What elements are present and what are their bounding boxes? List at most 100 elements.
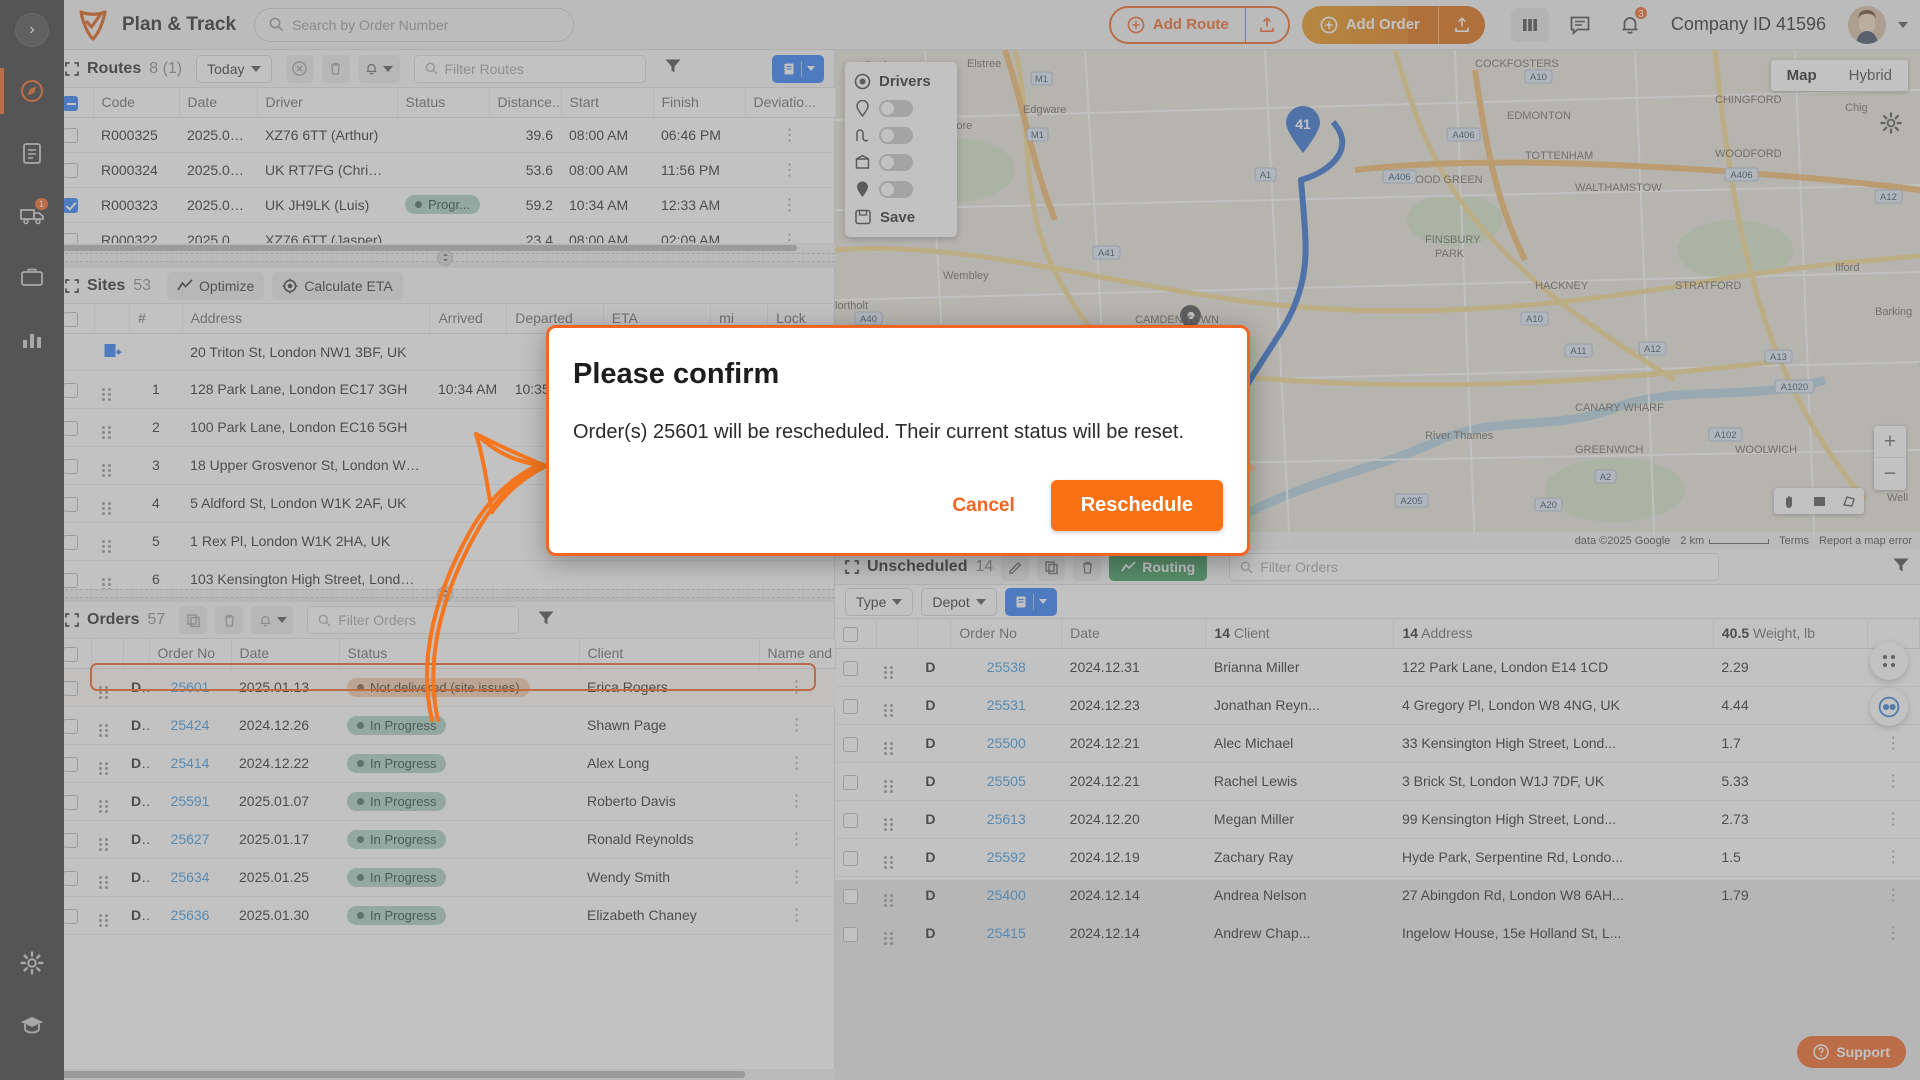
unscheduled-drag-cell[interactable] xyxy=(876,876,918,915)
account-chevron-down-icon[interactable] xyxy=(1898,21,1908,28)
site-drag-cell[interactable] xyxy=(94,408,130,447)
unscheduled-number-cell[interactable]: 25500 xyxy=(950,724,1062,763)
sidebar-item-plan-track[interactable] xyxy=(0,60,64,122)
unscheduled-drag-cell[interactable] xyxy=(876,838,918,877)
kebab-menu-icon[interactable]: ⋮ xyxy=(789,793,806,810)
toggle-depot[interactable] xyxy=(879,154,913,171)
routes-col-date[interactable]: Date xyxy=(179,88,258,118)
add-route-button[interactable]: Add Route xyxy=(1108,5,1290,44)
unscheduled-number-cell[interactable]: 25592 xyxy=(950,838,1062,877)
kebab-menu-icon[interactable]: ⋮ xyxy=(789,869,806,886)
map-zoom-out-button[interactable]: − xyxy=(1874,458,1906,490)
orders-hscrollbar[interactable] xyxy=(55,1069,835,1080)
drag-handle-icon[interactable] xyxy=(884,817,894,831)
site-drag-cell[interactable] xyxy=(94,522,130,561)
floating-apps-button[interactable] xyxy=(1870,642,1908,680)
order-number-cell[interactable]: 25414 xyxy=(149,744,231,783)
map-zoom-in-button[interactable]: + xyxy=(1874,426,1906,458)
table-row[interactable]: D 25601 2025.01.13 Not delivered (site issu… xyxy=(55,668,835,707)
table-row[interactable]: R000324 2025.01.... UK RT7FG (Christian) 53… xyxy=(55,152,835,188)
row-checkbox[interactable] xyxy=(63,572,78,588)
row-checkbox[interactable] xyxy=(843,888,858,904)
sidebar-item-analytics[interactable] xyxy=(0,308,64,370)
order-number-cell[interactable]: 25591 xyxy=(149,782,231,821)
unscheduled-filter-input[interactable]: Filter Orders xyxy=(1229,553,1720,581)
drag-handle-icon[interactable] xyxy=(102,463,112,477)
drag-handle-icon[interactable] xyxy=(99,723,109,737)
sidebar-item-fleet[interactable]: 1 xyxy=(0,184,64,246)
orders-col-status[interactable]: Status xyxy=(339,639,580,669)
row-checkbox[interactable] xyxy=(63,794,78,810)
route-row-menu[interactable]: ⋮ xyxy=(745,187,835,223)
table-row[interactable]: D 25415 2024.12.14 Andrew Chap... Ingelow Ho… xyxy=(835,914,1920,953)
drag-handle-icon[interactable] xyxy=(884,779,894,793)
row-checkbox[interactable] xyxy=(63,908,78,924)
kebab-menu-icon[interactable]: ⋮ xyxy=(789,717,806,734)
drag-handle-icon[interactable] xyxy=(99,761,109,775)
splitter-grip[interactable] xyxy=(437,249,453,266)
import-route-button[interactable] xyxy=(1246,8,1288,42)
row-checkbox[interactable] xyxy=(843,926,858,942)
drivers-toggle-route[interactable] xyxy=(845,122,957,149)
routes-col-driver[interactable]: Driver xyxy=(257,88,398,118)
expand-icon[interactable] xyxy=(65,278,79,293)
avatar[interactable] xyxy=(1848,5,1886,44)
order-drag-cell[interactable] xyxy=(91,706,123,745)
search-input[interactable]: Search by Order Number xyxy=(254,7,575,42)
orders-col-name[interactable]: Name and ... xyxy=(759,639,836,669)
orders-funnel-button[interactable] xyxy=(537,609,555,632)
order-number-link[interactable]: 25505 xyxy=(987,773,1026,789)
unscheduled-row-menu[interactable]: ⋮ xyxy=(1867,876,1920,915)
row-checkbox[interactable] xyxy=(63,756,78,772)
sites-orders-splitter[interactable] xyxy=(55,585,835,602)
table-row[interactable]: D 25636 2025.01.30 In Progress Elizabeth Cha… xyxy=(55,896,835,935)
routes-col-distance[interactable]: Distance... xyxy=(489,88,562,118)
row-checkbox[interactable] xyxy=(63,832,78,848)
kebab-menu-icon[interactable]: ⋮ xyxy=(789,679,806,696)
expand-icon[interactable] xyxy=(845,560,859,574)
drag-handle-icon[interactable] xyxy=(99,837,109,851)
select-all-checkbox[interactable] xyxy=(63,95,78,111)
order-row-menu[interactable]: ⋮ xyxy=(759,820,835,859)
order-number-link[interactable]: 25424 xyxy=(171,717,210,733)
routing-button[interactable]: Routing xyxy=(1109,553,1208,581)
order-number-cell[interactable]: 25601 xyxy=(149,668,231,707)
support-button[interactable]: Support xyxy=(1797,1036,1906,1068)
table-row[interactable]: D 25414 2024.12.22 In Progress Alex Long ⋮ xyxy=(55,744,835,783)
order-drag-cell[interactable] xyxy=(91,820,123,859)
row-checkbox[interactable] xyxy=(843,774,858,790)
unscheduled-row-menu[interactable]: ⋮ xyxy=(1867,914,1920,953)
unscheduled-col-date[interactable]: Date xyxy=(1061,619,1207,649)
order-number-cell[interactable]: 25627 xyxy=(149,820,231,859)
orders-col-client[interactable]: Client xyxy=(579,639,760,669)
row-checkbox[interactable] xyxy=(63,420,78,436)
select-all-checkbox[interactable] xyxy=(63,646,78,662)
calculate-eta-button[interactable]: Calculate ETA xyxy=(272,271,403,300)
map-type-hybrid[interactable]: Hybrid xyxy=(1833,60,1908,91)
order-row-menu[interactable]: ⋮ xyxy=(759,858,835,897)
unscheduled-drag-cell[interactable] xyxy=(876,914,918,953)
unscheduled-select-cell[interactable] xyxy=(835,724,877,763)
order-drag-cell[interactable] xyxy=(91,858,123,897)
unscheduled-select-cell[interactable] xyxy=(835,648,877,687)
unscheduled-col-client[interactable]: 14 Client xyxy=(1205,619,1395,649)
routes-col-finish[interactable]: Finish xyxy=(653,88,746,118)
drivers-save-row[interactable]: Save xyxy=(845,203,957,231)
orders-notify-dropdown[interactable] xyxy=(251,606,294,634)
routes-col-status[interactable]: Status xyxy=(397,88,490,118)
kebab-menu-icon[interactable]: ⋮ xyxy=(782,162,799,179)
unscheduled-col-weight[interactable]: 40.5 Weight, lb xyxy=(1713,619,1869,649)
orders-copy-button[interactable] xyxy=(179,606,208,634)
order-number-link[interactable]: 25591 xyxy=(171,793,210,809)
map-rect-tool-button[interactable] xyxy=(1804,488,1834,514)
kebab-menu-icon[interactable]: ⋮ xyxy=(1885,849,1902,866)
site-drag-cell[interactable] xyxy=(94,370,130,409)
drag-handle-icon[interactable] xyxy=(102,539,112,553)
drag-handle-icon[interactable] xyxy=(884,741,894,755)
table-row[interactable]: D 25613 2024.12.20 Megan Miller 99 Kensingto… xyxy=(835,800,1920,839)
orders-delete-button[interactable] xyxy=(215,606,244,634)
unscheduled-col-orderno[interactable]: Order No xyxy=(950,619,1063,649)
table-row[interactable]: R000323 2025.01.... UK JH9LK (Luis) Progr..… xyxy=(55,187,835,223)
drivers-toggle-depot[interactable] xyxy=(845,149,957,176)
type-dropdown[interactable]: Type xyxy=(845,587,914,616)
